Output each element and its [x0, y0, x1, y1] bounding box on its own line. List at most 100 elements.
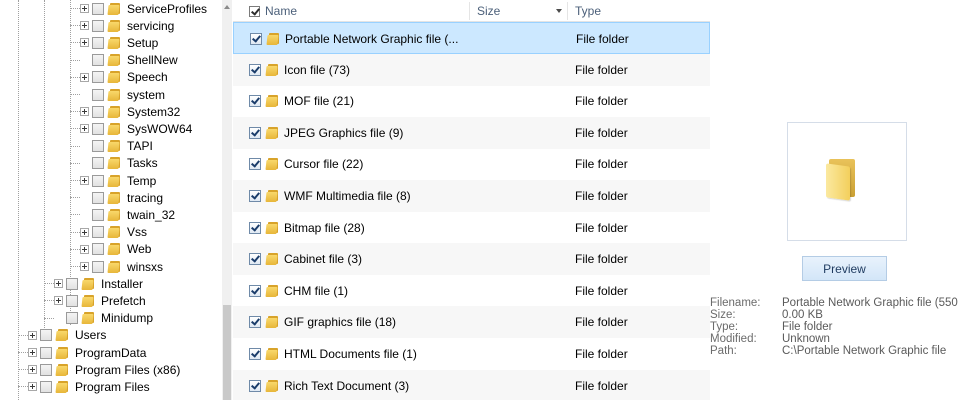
- list-row[interactable]: Icon file (73) File folder: [233, 53, 710, 86]
- tree-node[interactable]: ShellNew: [80, 52, 178, 69]
- tree-node[interactable]: Web: [80, 241, 151, 258]
- list-row[interactable]: JPEG Graphics file (9) File folder: [233, 116, 710, 149]
- expand-icon[interactable]: [28, 365, 37, 375]
- row-checkbox[interactable]: [249, 190, 261, 202]
- tree-node-label: system: [127, 87, 166, 102]
- tree-checkbox[interactable]: [92, 260, 104, 273]
- expand-icon[interactable]: [80, 124, 89, 134]
- tree-checkbox[interactable]: [92, 226, 104, 239]
- list-row[interactable]: Rich Text Document (3) File folder: [233, 369, 710, 400]
- column-header-name[interactable]: Name: [249, 0, 297, 22]
- tree-checkbox[interactable]: [66, 312, 78, 325]
- tree-checkbox[interactable]: [92, 140, 104, 153]
- expand-icon[interactable]: [54, 279, 63, 289]
- row-checkbox[interactable]: [249, 284, 261, 297]
- tree-node[interactable]: Vss: [80, 224, 147, 241]
- tree-node[interactable]: Program Files (x86): [28, 361, 180, 378]
- list-row[interactable]: Portable Network Graphic file (... File f…: [233, 22, 710, 54]
- tree-checkbox[interactable]: [92, 208, 104, 221]
- row-checkbox[interactable]: [249, 379, 261, 392]
- expand-icon[interactable]: [80, 176, 89, 185]
- tree-node[interactable]: System32: [80, 103, 180, 120]
- row-checkbox[interactable]: [249, 316, 261, 329]
- column-header-size[interactable]: Size: [477, 0, 500, 22]
- expand-icon[interactable]: [80, 107, 89, 117]
- row-checkbox[interactable]: [250, 33, 262, 45]
- tree-checkbox[interactable]: [92, 174, 104, 187]
- preview-button[interactable]: Preview: [802, 256, 887, 281]
- expand-icon[interactable]: [28, 382, 37, 392]
- tree-checkbox[interactable]: [92, 54, 104, 67]
- tree-checkbox[interactable]: [40, 329, 52, 342]
- row-checkbox[interactable]: [249, 63, 261, 76]
- tree-node[interactable]: ServiceProfiles: [80, 0, 207, 17]
- tree-node[interactable]: Minidump: [54, 310, 153, 327]
- list-row[interactable]: MOF file (21) File folder: [233, 85, 710, 117]
- tree-checkbox[interactable]: [92, 2, 104, 15]
- tree-checkbox[interactable]: [66, 294, 78, 307]
- tree-node[interactable]: winsxs: [80, 258, 163, 275]
- list-row[interactable]: Cabinet file (3) File folder: [233, 243, 710, 276]
- tree-node[interactable]: SysWOW64: [80, 120, 192, 137]
- list-row[interactable]: CHM file (1) File folder: [233, 275, 710, 307]
- list-row[interactable]: Bitmap file (28) File folder: [233, 212, 710, 244]
- list-row[interactable]: WMF Multimedia file (8) File folder: [233, 180, 710, 212]
- expand-icon[interactable]: [28, 348, 37, 357]
- tree-node[interactable]: Prefetch: [54, 292, 146, 309]
- list-row[interactable]: HTML Documents file (1) File folder: [233, 338, 710, 370]
- tree-checkbox[interactable]: [92, 157, 104, 170]
- tree-scrollbar-thumb[interactable]: [223, 305, 231, 400]
- list-row[interactable]: Cursor file (22) File folder: [233, 148, 710, 180]
- expand-icon[interactable]: [80, 72, 89, 82]
- list-row[interactable]: GIF graphics file (18) File folder: [233, 306, 710, 339]
- row-type: File folder: [575, 378, 628, 393]
- expand-icon[interactable]: [54, 296, 63, 306]
- select-all-checkbox[interactable]: [249, 5, 260, 17]
- expand-icon[interactable]: [80, 227, 89, 237]
- tree-checkbox[interactable]: [92, 88, 104, 101]
- row-checkbox[interactable]: [249, 95, 261, 108]
- expand-icon[interactable]: [80, 21, 89, 31]
- tree-node[interactable]: Installer: [54, 275, 143, 292]
- tree-node[interactable]: Setup: [80, 34, 158, 51]
- tree-checkbox[interactable]: [92, 71, 104, 84]
- row-checkbox[interactable]: [249, 348, 261, 360]
- tree-node[interactable]: Speech: [80, 69, 168, 86]
- tree-node[interactable]: Tasks: [80, 155, 158, 172]
- row-checkbox[interactable]: [249, 221, 261, 234]
- tree-node[interactable]: twain_32: [80, 206, 175, 223]
- tree-node[interactable]: ProgramData: [28, 344, 146, 361]
- tree-checkbox[interactable]: [66, 277, 78, 290]
- tree-node[interactable]: tracing: [80, 189, 163, 206]
- column-divider[interactable]: [567, 2, 568, 20]
- tree-node[interactable]: system: [80, 86, 165, 103]
- column-header-type[interactable]: Type: [575, 0, 601, 22]
- tree-node[interactable]: Program Files: [28, 378, 150, 395]
- tree-checkbox[interactable]: [92, 243, 104, 256]
- tree-checkbox[interactable]: [92, 191, 104, 204]
- scroll-up-arrow-icon[interactable]: [224, 5, 230, 9]
- tree-scrollbar[interactable]: [222, 0, 232, 400]
- tree-checkbox[interactable]: [92, 36, 104, 49]
- tree-checkbox[interactable]: [92, 122, 104, 135]
- tree-checkbox[interactable]: [92, 105, 104, 118]
- row-checkbox[interactable]: [249, 158, 261, 171]
- column-divider[interactable]: [469, 2, 470, 20]
- tree-node[interactable]: Temp: [80, 172, 156, 189]
- expand-icon[interactable]: [80, 244, 89, 254]
- row-checkbox[interactable]: [249, 126, 261, 139]
- tree-checkbox[interactable]: [40, 363, 52, 376]
- info-value: Unknown: [782, 333, 830, 345]
- expand-icon[interactable]: [28, 330, 37, 340]
- tree-node[interactable]: servicing: [80, 17, 174, 34]
- expand-icon[interactable]: [80, 262, 89, 271]
- tree-checkbox[interactable]: [92, 19, 104, 32]
- tree-checkbox[interactable]: [40, 346, 52, 359]
- tree-node[interactable]: Users: [28, 327, 106, 344]
- tree-checkbox[interactable]: [40, 380, 52, 393]
- expand-icon[interactable]: [80, 38, 89, 48]
- folder-tree[interactable]: ServiceProfiles servicing Setup ShellNew Spe…: [0, 0, 232, 400]
- tree-node[interactable]: TAPI: [80, 138, 153, 155]
- row-checkbox[interactable]: [249, 253, 261, 266]
- expand-icon[interactable]: [80, 4, 89, 13]
